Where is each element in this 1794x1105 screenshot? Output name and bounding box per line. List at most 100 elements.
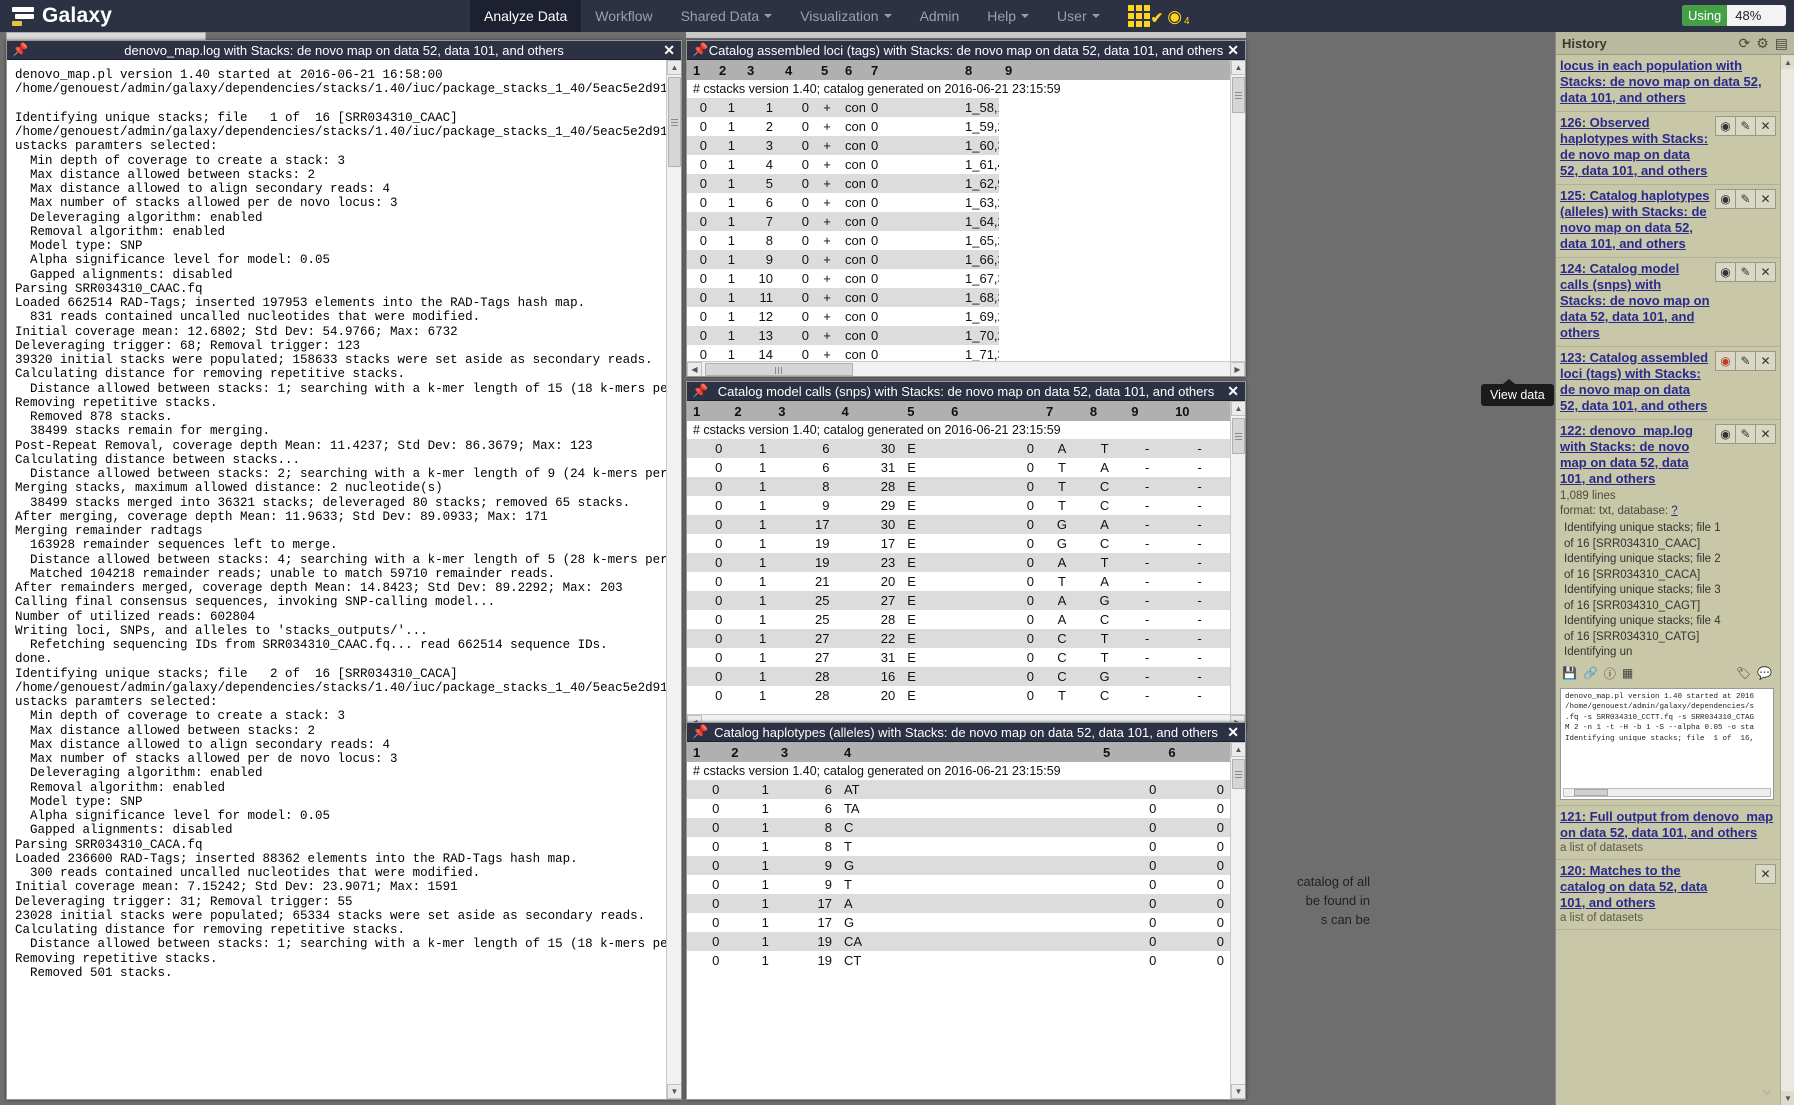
gear-icon[interactable]: ⚙ (1756, 35, 1769, 52)
scroll-thumb[interactable] (705, 363, 853, 376)
history-item[interactable]: ◉ ✎ ✕ 124: Catalog model calls (snps) with … (1556, 258, 1780, 347)
window-catalog-assembled-loci[interactable]: 📌 Catalog assembled loci (tags) with Sta… (686, 40, 1246, 377)
column-header-4[interactable]: 4 (779, 60, 815, 80)
column-header-2[interactable]: 2 (725, 742, 775, 762)
column-header-1[interactable]: 1 (687, 60, 713, 80)
close-icon[interactable]: ✕ (1755, 863, 1776, 884)
window-titlebar[interactable]: 📌 Catalog haplotypes (alleles) with Stac… (687, 723, 1245, 742)
close-icon[interactable]: ✕ (1755, 189, 1776, 209)
history-item[interactable]: ◉ ✎ ✕ 126: Observed haplotypes with Stacks:… (1556, 112, 1780, 185)
history-item-title[interactable]: 120: Matches to the catalog on data 52, … (1560, 863, 1774, 911)
history-item-title[interactable]: 121: Full output from denovo_map on data… (1560, 809, 1774, 841)
history-item[interactable]: locus in each population with Stacks: de… (1556, 55, 1780, 112)
nav-admin[interactable]: Admin (906, 0, 974, 32)
column-header-2[interactable]: 2 (713, 60, 741, 80)
nav-analyze-data[interactable]: Analyze Data (470, 0, 582, 32)
tags-horizontal-scrollbar[interactable]: ◀ ▶ (687, 361, 1245, 376)
column-header-8[interactable]: 8 (1083, 401, 1126, 421)
tags-icon[interactable]: 🏷 (1736, 666, 1751, 680)
close-icon[interactable]: ✕ (1227, 42, 1239, 59)
quota-meter[interactable]: Using 48% (1682, 5, 1786, 26)
scroll-right-arrow[interactable]: ▶ (1230, 362, 1245, 376)
close-icon[interactable]: ✕ (1755, 262, 1776, 282)
column-header-6[interactable]: 6 (945, 401, 1041, 421)
window-catalog-model-calls[interactable]: 📌 Catalog model calls (snps) with Stacks… (686, 381, 1246, 730)
window-titlebar[interactable]: 📌 denovo_map.log with Stacks: de novo ma… (7, 41, 681, 60)
history-item[interactable]: ✕ 120: Matches to the catalog on data 52,… (1556, 860, 1780, 930)
brand-logo[interactable]: Galaxy (0, 0, 470, 32)
pencil-icon[interactable]: ✎ (1735, 262, 1756, 282)
close-icon[interactable]: ✕ (1755, 424, 1776, 444)
columns-icon[interactable]: ▤ (1775, 35, 1788, 52)
chevron-down-icon[interactable]: ⌄ (1758, 1075, 1776, 1101)
haplo-vertical-scrollbar[interactable]: ▲ ▼ (1230, 742, 1245, 1099)
history-item-title[interactable]: locus in each population with Stacks: de… (1560, 58, 1774, 106)
column-header-4[interactable]: 4 (837, 742, 1098, 762)
close-icon[interactable]: ✕ (663, 42, 675, 59)
scroll-up-arrow[interactable]: ▲ (1231, 401, 1245, 416)
pencil-icon[interactable]: ✎ (1735, 116, 1756, 136)
snps-vertical-scrollbar[interactable]: ▲ ▼ (1230, 401, 1245, 729)
history-item-database-value[interactable]: ? (1671, 505, 1677, 517)
nav-workflow[interactable]: Workflow (581, 0, 666, 32)
history-item[interactable]: 121: Full output from denovo_map on data… (1556, 806, 1780, 860)
window-titlebar[interactable]: 📌 Catalog model calls (snps) with Stacks… (687, 382, 1245, 401)
history-item[interactable]: ◉ ✎ ✕ 123: Catalog assembled loci (tags) wi… (1556, 347, 1780, 420)
history-vertical-scrollbar[interactable]: ▲ ▼ (1780, 55, 1794, 1105)
history-item[interactable]: ◉ ✎ ✕ 125: Catalog haplotypes (alleles) wit… (1556, 185, 1780, 258)
eye-icon[interactable]: ◉ (1715, 189, 1736, 209)
scroll-up-arrow[interactable]: ▲ (1231, 742, 1245, 757)
info-icon[interactable]: ⓘ (1604, 665, 1616, 682)
link-icon[interactable]: 🔗 (1583, 666, 1598, 680)
pin-icon[interactable]: 📌 (12, 43, 28, 57)
column-header-1[interactable]: 1 (687, 742, 726, 762)
eye-icon[interactable]: ◉ (1715, 116, 1736, 136)
scroll-up-arrow[interactable]: ▲ (1231, 60, 1245, 75)
pencil-icon[interactable]: ✎ (1735, 424, 1756, 444)
column-header-9[interactable]: 9 (999, 60, 1230, 80)
close-icon[interactable]: ✕ (1755, 351, 1776, 371)
column-header-8[interactable]: 8 (959, 60, 999, 80)
nav-user[interactable]: User (1043, 0, 1114, 32)
scroll-up-arrow[interactable]: ▲ (1781, 55, 1794, 69)
column-header-2[interactable]: 2 (728, 401, 773, 421)
grid-apps-icon[interactable] (1127, 5, 1150, 27)
window-denovo-map-log[interactable]: 📌 denovo_map.log with Stacks: de novo ma… (6, 40, 682, 1100)
column-header-5[interactable]: 5 (901, 401, 946, 421)
close-icon[interactable]: ✕ (1755, 116, 1776, 136)
column-header-3[interactable]: 3 (741, 60, 779, 80)
tags-vertical-scrollbar[interactable]: ▲ ▼ (1230, 60, 1245, 376)
close-icon[interactable]: ✕ (1227, 383, 1239, 400)
column-header-6[interactable]: 6 (1162, 742, 1230, 762)
pencil-icon[interactable]: ✎ (1735, 189, 1756, 209)
scroll-down-arrow[interactable]: ▼ (1231, 1084, 1245, 1099)
scroll-thumb[interactable] (1232, 418, 1245, 454)
nav-help[interactable]: Help (973, 0, 1043, 32)
pin-icon[interactable]: 📌 (692, 725, 708, 739)
log-vertical-scrollbar[interactable]: ▲ ▼ (666, 60, 681, 1099)
eye-icon[interactable]: ◉ (1715, 424, 1736, 444)
eye-icon[interactable]: ◉ (1715, 351, 1736, 371)
column-header-6[interactable]: 6 (839, 60, 865, 80)
scroll-thumb[interactable] (668, 77, 681, 167)
window-catalog-haplotypes[interactable]: 📌 Catalog haplotypes (alleles) with Stac… (686, 722, 1246, 1100)
column-header-4[interactable]: 4 (835, 401, 902, 421)
eye-icon[interactable]: ◉ (1715, 262, 1736, 282)
peek-horizontal-scrollbar[interactable] (1563, 787, 1771, 797)
scroll-down-arrow[interactable]: ▼ (667, 1084, 681, 1099)
chart-icon[interactable]: ▦ (1622, 666, 1633, 680)
column-header-5[interactable]: 5 (1097, 742, 1163, 762)
nav-shared-data[interactable]: Shared Data (667, 0, 787, 32)
refresh-icon[interactable]: ⟳ (1738, 35, 1750, 52)
column-header-1[interactable]: 1 (687, 401, 729, 421)
close-icon[interactable]: ✕ (1227, 724, 1239, 741)
window-titlebar[interactable]: 📌 Catalog assembled loci (tags) with Sta… (687, 41, 1245, 60)
scroll-thumb[interactable] (1232, 77, 1245, 113)
column-header-3[interactable]: 3 (774, 742, 838, 762)
column-header-7[interactable]: 7 (865, 60, 959, 80)
scroll-thumb[interactable] (1232, 759, 1245, 789)
column-header-3[interactable]: 3 (772, 401, 836, 421)
scroll-left-arrow[interactable]: ◀ (687, 362, 702, 376)
history-item[interactable]: ◉ ✎ ✕ 122: denovo_map.log with Stacks: de n… (1556, 420, 1780, 806)
nav-visualization[interactable]: Visualization (786, 0, 905, 32)
